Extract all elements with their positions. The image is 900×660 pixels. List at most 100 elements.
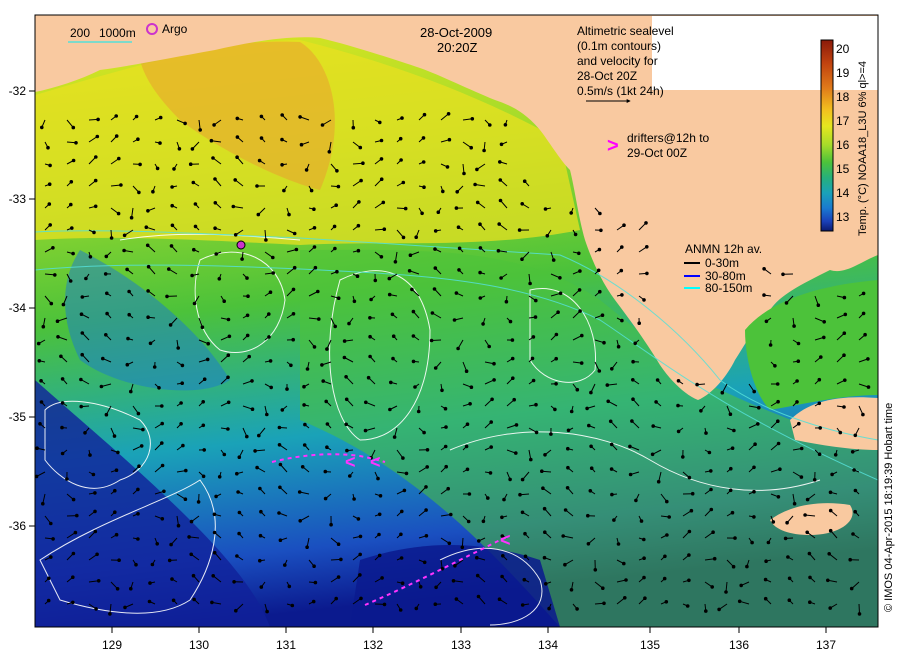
velocity-arrow-head <box>351 125 356 130</box>
velocity-arrow-head <box>226 375 230 380</box>
velocity-arrow-head <box>105 311 109 316</box>
velocity-arrow-head <box>433 266 438 270</box>
velocity-arrow-head <box>48 163 52 168</box>
velocity-arrow-head <box>416 409 421 414</box>
velocity-arrow-head <box>80 295 85 299</box>
velocity-arrow-head <box>585 406 589 411</box>
velocity-arrow-head <box>443 444 448 449</box>
velocity-arrow-head <box>578 269 582 273</box>
velocity-arrow-head <box>454 206 459 210</box>
velocity-arrow-head <box>363 428 368 433</box>
velocity-arrow-head <box>518 492 522 497</box>
velocity-arrow-head <box>842 295 847 300</box>
velocity-arrow-head <box>235 471 239 476</box>
velocity-arrow-head <box>778 467 782 472</box>
velocity-arrow-head <box>443 406 448 411</box>
velocity-arrow-head <box>256 212 261 217</box>
velocity-arrow-head <box>368 354 372 359</box>
velocity-arrow-head <box>233 178 237 182</box>
velocity-arrow-head <box>68 279 73 283</box>
velocity-arrow-head <box>812 478 817 482</box>
velocity-arrow-head <box>531 378 536 383</box>
altimetry-line-4: 28-Oct 20Z <box>577 69 637 83</box>
velocity-arrow-head <box>425 448 430 452</box>
velocity-arrow-head <box>833 453 838 457</box>
velocity-arrow-head <box>377 532 381 537</box>
velocity-arrow-head <box>46 145 50 150</box>
velocity-arrow-head <box>305 545 309 550</box>
velocity-arrow-head <box>411 359 416 364</box>
velocity-arrow-head <box>745 564 749 569</box>
velocity-arrow-head <box>292 265 297 270</box>
velocity-arrow-head <box>454 597 459 601</box>
velocity-arrow-head <box>440 388 444 393</box>
velocity-arrow-head <box>165 294 169 299</box>
velocity-arrow-head <box>147 599 152 604</box>
velocity-arrow-head <box>731 564 736 569</box>
velocity-arrow-head <box>681 455 685 459</box>
velocity-arrow-head <box>554 356 559 361</box>
velocity-arrow-head <box>74 141 78 145</box>
velocity-arrow-head <box>125 362 130 367</box>
velocity-arrow-head <box>807 551 812 556</box>
velocity-arrow-head <box>498 178 503 182</box>
velocity-arrow-head <box>808 600 812 605</box>
velocity-arrow-head <box>578 309 582 313</box>
velocity-arrow-head <box>88 453 92 457</box>
velocity-arrow-head <box>543 530 547 535</box>
y-tick-m33: -33 <box>9 192 27 206</box>
velocity-arrow-head <box>47 202 52 206</box>
velocity-arrow-head <box>762 293 766 297</box>
velocity-arrow-head <box>447 541 452 546</box>
velocity-arrow-head <box>212 123 216 127</box>
velocity-arrow-head <box>278 538 283 543</box>
velocity-arrow-head <box>291 287 296 292</box>
velocity-arrow-head <box>117 558 121 563</box>
velocity-arrow-head <box>213 226 217 230</box>
velocity-arrow-head <box>336 542 341 547</box>
velocity-arrow-head <box>712 556 717 561</box>
velocity-arrow-head <box>407 269 412 273</box>
velocity-arrow-head <box>170 223 175 228</box>
velocity-arrow-head <box>187 535 191 539</box>
velocity-arrow-head <box>198 128 202 132</box>
velocity-arrow-head <box>454 291 459 295</box>
velocity-arrow-head <box>391 356 395 361</box>
velocity-arrow-head <box>441 189 445 194</box>
velocity-arrow-head <box>327 150 332 154</box>
velocity-arrow-head <box>792 501 797 506</box>
velocity-arrow-head <box>104 254 109 259</box>
velocity-arrow-head <box>764 319 769 324</box>
x-tick-137: 137 <box>816 638 836 652</box>
cb-tick-15: 15 <box>836 162 850 176</box>
velocity-arrow-head <box>60 451 65 456</box>
velocity-arrow-head <box>202 377 207 382</box>
velocity-arrow-head <box>369 297 373 302</box>
velocity-arrow-head <box>704 609 708 613</box>
velocity-arrow-head <box>358 145 363 150</box>
velocity-arrow-head <box>631 378 635 382</box>
velocity-arrow-head <box>160 421 164 426</box>
velocity-arrow-head <box>389 380 393 385</box>
velocity-arrow-head <box>563 508 568 512</box>
velocity-arrow-head <box>277 511 281 515</box>
velocity-arrow-head <box>817 377 822 382</box>
velocity-arrow-head <box>181 443 185 448</box>
velocity-arrow-head <box>514 423 519 427</box>
bathy-200-label: 200 <box>70 26 90 40</box>
velocity-arrow-head <box>40 125 44 130</box>
velocity-arrow-head <box>49 301 54 306</box>
velocity-arrow-head <box>822 320 827 324</box>
velocity-arrow-head <box>637 321 642 326</box>
velocity-arrow-head <box>188 162 193 166</box>
velocity-arrow-head <box>500 574 504 579</box>
velocity-arrow-head <box>597 247 602 252</box>
velocity-arrow-head <box>728 412 733 417</box>
velocity-arrow-head <box>622 223 626 227</box>
velocity-arrow-head <box>732 428 736 433</box>
velocity-arrow-head <box>542 506 547 511</box>
velocity-arrow-head <box>689 508 694 513</box>
velocity-arrow-head <box>201 423 206 428</box>
velocity-arrow-head <box>866 357 870 361</box>
velocity-arrow-head <box>795 400 799 404</box>
